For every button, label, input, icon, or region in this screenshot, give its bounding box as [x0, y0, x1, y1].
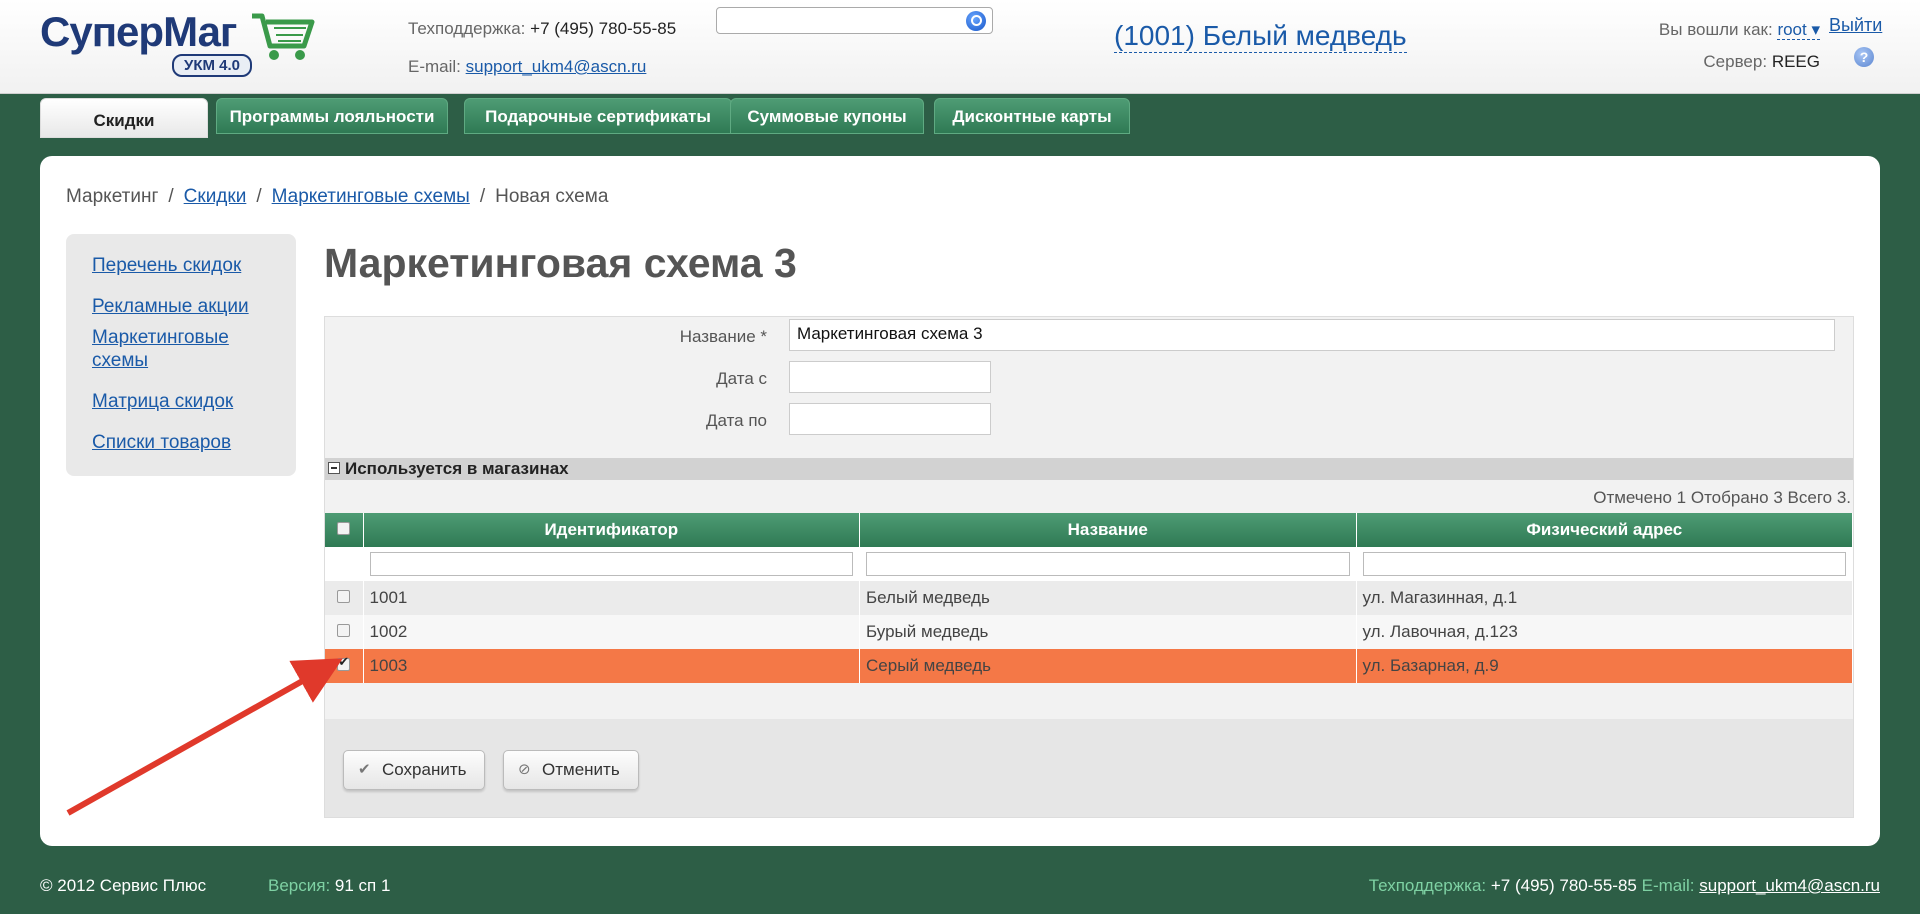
select-all-header[interactable] — [325, 513, 364, 547]
filter-row — [325, 547, 1853, 581]
stores-table: Идентификатор Название Физический адрес … — [325, 513, 1853, 683]
help-icon[interactable]: ? — [1854, 47, 1874, 67]
version-value: 91 сп 1 — [334, 876, 391, 895]
app-logo[interactable]: СуперМаг УКМ 4.0 — [40, 8, 320, 84]
column-header-id[interactable]: Идентификатор — [363, 513, 861, 547]
cart-icon — [252, 13, 315, 60]
support-email-label: E-mail: — [408, 57, 461, 76]
tab-discount-cards[interactable]: Дисконтные карты — [934, 98, 1130, 134]
table-row[interactable]: 1002 Бурый медведь ул. Лавочная, д.123 — [325, 615, 1853, 649]
sidebar: Перечень скидок Рекламные акции Маркетин… — [66, 234, 296, 476]
user-menu[interactable]: root ▾ — [1777, 20, 1820, 40]
section-stores-header[interactable]: Используется в магазинах — [325, 458, 1853, 480]
table-header: Идентификатор Название Физический адрес — [325, 513, 1853, 547]
breadcrumb-marketing-schemes[interactable]: Маркетинговые схемы — [272, 186, 470, 207]
copyright: © 2012 Сервис Плюс — [40, 876, 207, 895]
cell-address: ул. Базарная, д.9 — [1356, 649, 1853, 683]
date-to-label: Дата по — [705, 411, 767, 430]
column-header-name[interactable]: Название — [859, 513, 1357, 547]
cell-name: Бурый медведь — [859, 615, 1357, 649]
cell-address: ул. Лавочная, д.123 — [1356, 615, 1853, 649]
save-label: Сохранить — [382, 760, 467, 779]
row-checkbox[interactable] — [337, 624, 351, 637]
breadcrumb: Маркетинг / Скидки / Маркетинговые схемы / Нов… — [66, 186, 608, 208]
row-checkbox-checked[interactable] — [337, 654, 351, 671]
filter-name-input[interactable] — [866, 552, 1350, 576]
content-panel: Маркетинг / Скидки / Маркетинговые схемы / Нов… — [40, 156, 1880, 846]
version-label: Версия: — [268, 876, 331, 895]
breadcrumb-separator: / — [479, 186, 486, 207]
cell-id: 1001 — [363, 581, 861, 615]
select-all-checkbox[interactable] — [337, 522, 351, 535]
logo-text-1: Супер — [40, 8, 164, 55]
sidebar-item-marketing-schemes[interactable]: Маркетинговые схемы — [92, 326, 242, 372]
column-header-address[interactable]: Физический адрес — [1356, 513, 1853, 547]
breadcrumb-discounts[interactable]: Скидки — [184, 186, 247, 207]
search-input[interactable] — [716, 7, 993, 34]
cancel-icon: ⊘ — [518, 761, 531, 778]
save-button[interactable]: ✔ Сохранить — [343, 750, 485, 790]
logout-link[interactable]: Выйти — [1829, 15, 1882, 36]
current-store-link[interactable]: (1001) Белый медведь — [1114, 20, 1407, 53]
breadcrumb-current: Новая схема — [495, 186, 609, 207]
footer-support-label: Техподдержка: — [1368, 876, 1487, 895]
row-checkbox[interactable] — [337, 590, 351, 603]
login-info: Вы вошли как: root ▾ Сервер: REEG — [1659, 14, 1820, 78]
scheme-form: Название * Маркетинговая схема 3 Дата с … — [324, 316, 1854, 818]
collapse-icon[interactable] — [328, 462, 340, 474]
support-phone: +7 (495) 780-55-85 — [530, 19, 677, 38]
support-phone-label: Техподдержка: — [408, 19, 526, 38]
tab-coupons[interactable]: Суммовые купоны — [730, 98, 924, 134]
table-row[interactable]: 1001 Белый медведь ул. Магазинная, д.1 — [325, 581, 1853, 615]
breadcrumb-separator: / — [168, 186, 174, 207]
search-icon[interactable] — [966, 11, 986, 31]
header-support: Техподдержка: +7 (495) 780-55-85 E-mail:… — [408, 10, 676, 86]
filter-id-input[interactable] — [369, 552, 854, 576]
date-to-field[interactable] — [789, 403, 991, 435]
filter-address-input[interactable] — [1362, 552, 1846, 576]
section-title: Используется в магазинах — [345, 459, 569, 478]
login-label: Вы вошли как: — [1658, 20, 1773, 39]
sidebar-item-promo-actions[interactable]: Рекламные акции — [92, 295, 270, 318]
name-label: Название * — [679, 327, 767, 346]
footer-phone: +7 (495) 780-55-85 — [1490, 876, 1637, 895]
cell-id: 1002 — [363, 615, 861, 649]
sidebar-item-product-lists[interactable]: Списки товаров — [92, 431, 270, 454]
footer: © 2012 Сервис Плюс Версия: 91 сп 1 Техпо… — [0, 876, 1920, 900]
tab-discounts[interactable]: Скидки — [40, 98, 208, 138]
tab-loyalty[interactable]: Программы лояльности — [216, 98, 448, 134]
header: СуперМаг УКМ 4.0 Техподдержка: +7 (495) … — [0, 0, 1920, 94]
name-field[interactable]: Маркетинговая схема 3 — [789, 319, 1835, 351]
server-name: REEG — [1771, 52, 1820, 71]
cell-name: Белый медведь — [859, 581, 1357, 615]
cell-address: ул. Магазинная, д.1 — [1356, 581, 1853, 615]
table-row-selected[interactable]: 1003 Серый медведь ул. Базарная, д.9 — [325, 649, 1853, 683]
cell-id: 1003 — [363, 649, 861, 683]
check-icon: ✔ — [358, 761, 371, 778]
date-from-field[interactable] — [789, 361, 991, 393]
server-label: Сервер: — [1703, 52, 1768, 71]
sidebar-item-discount-matrix[interactable]: Матрица скидок — [92, 390, 270, 413]
footer-email-label: E-mail: — [1641, 876, 1695, 895]
selection-counts: Отмечено 1 Отобрано 3 Всего 3. — [1593, 488, 1851, 507]
tab-gift-certificates[interactable]: Подарочные сертификаты — [464, 98, 732, 134]
logo-text-2: Маг — [163, 8, 237, 55]
cancel-label: Отменить — [542, 760, 620, 779]
sidebar-item-discount-list[interactable]: Перечень скидок — [92, 254, 270, 277]
breadcrumb-separator: / — [256, 186, 262, 207]
breadcrumb-root: Маркетинг — [66, 186, 159, 207]
page-title: Маркетинговая схема 3 — [324, 240, 797, 286]
support-email-link[interactable]: support_ukm4@ascn.ru — [466, 57, 647, 76]
cell-name: Серый медведь — [859, 649, 1357, 683]
cancel-button[interactable]: ⊘ Отменить — [503, 750, 639, 790]
version-badge: УКМ 4.0 — [172, 54, 253, 77]
date-from-label: Дата с — [716, 369, 767, 388]
footer-email-link[interactable]: support_ukm4@ascn.ru — [1699, 876, 1880, 895]
